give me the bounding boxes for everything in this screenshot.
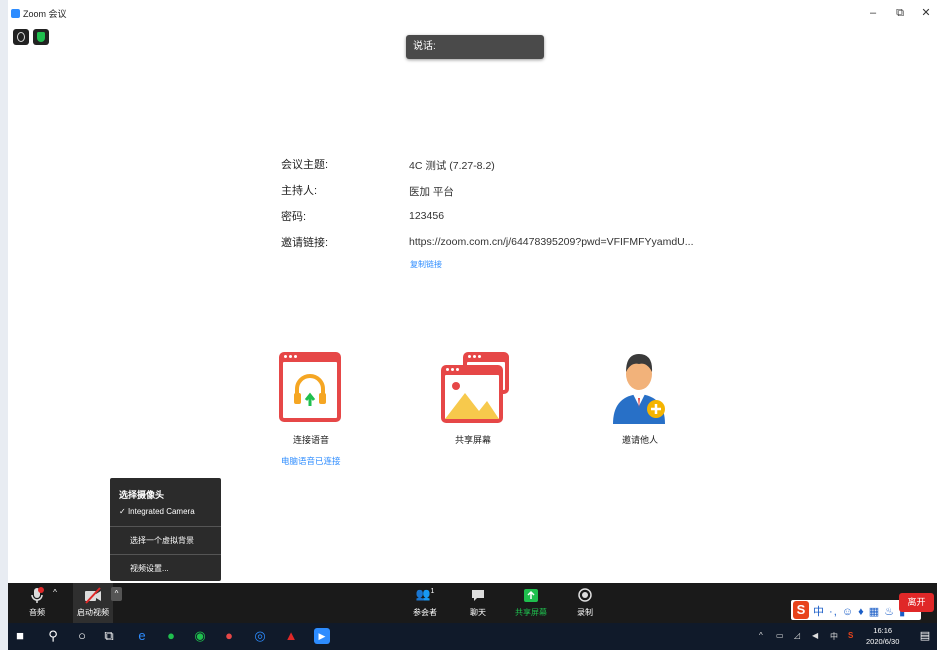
- audio-label: 音频: [29, 608, 45, 617]
- computer-audio-connected-status: 电脑语音已连接: [281, 456, 341, 466]
- join-audio-button[interactable]: [279, 352, 343, 424]
- start-video-label: 启动视频: [77, 608, 109, 617]
- copy-link-button[interactable]: 复制链接: [410, 259, 442, 270]
- select-camera-header: 选择摄像头: [119, 490, 165, 500]
- topic-value: 4C 测试 (7.27-8.2): [409, 160, 495, 172]
- input-language-indicator[interactable]: 中: [830, 631, 838, 642]
- participants-label: 参会者: [413, 608, 437, 617]
- close-button[interactable]: ✕: [916, 4, 936, 22]
- system-clock[interactable]: 16:16 2020/6/30: [866, 625, 899, 647]
- start-video-button[interactable]: 启动视频: [73, 583, 113, 623]
- checkmark-icon: ✓: [119, 507, 126, 516]
- browser-icon[interactable]: ◎: [252, 628, 268, 644]
- password-value: 123456: [409, 210, 445, 222]
- topic-label: 会议主题:: [281, 159, 329, 171]
- sogou-logo-icon: S: [793, 601, 809, 619]
- volume-icon[interactable]: ◀: [812, 631, 818, 640]
- leave-meeting-button[interactable]: 离开: [899, 593, 934, 612]
- host-label: 主持人:: [281, 185, 318, 197]
- powerpoint-icon[interactable]: ●: [221, 628, 237, 644]
- participants-button[interactable]: 👥1 参会者: [410, 583, 440, 623]
- edge-browser-icon[interactable]: e: [134, 628, 150, 644]
- headphones-icon: [294, 374, 326, 406]
- invite-others-label: 邀请他人: [621, 435, 658, 445]
- video-options-chevron-icon[interactable]: ^: [111, 587, 122, 601]
- invite-others-button[interactable]: [611, 348, 667, 424]
- share-screen-button[interactable]: [441, 352, 511, 424]
- video-settings-option[interactable]: 视频设置...: [130, 563, 169, 574]
- title-bar: Zoom 会议 – ⧉ ✕: [8, 0, 937, 26]
- add-person-icon: [613, 354, 665, 424]
- zoom-window: Zoom 会议 – ⧉ ✕ 说话: 会议主题: 4C 测试 (7.27-8.2)…: [8, 0, 937, 650]
- share-screen-toolbar-button[interactable]: 共享屏幕: [511, 583, 551, 623]
- clock-time: 16:16: [873, 626, 893, 635]
- search-icon[interactable]: ⚲: [45, 628, 61, 644]
- camera-option-integrated[interactable]: ✓ Integrated Camera: [119, 507, 195, 516]
- chat-button[interactable]: 聊天: [463, 583, 493, 623]
- share-arrow-icon: [524, 589, 538, 602]
- share-screen-toolbar-label: 共享屏幕: [515, 608, 547, 617]
- minimize-button[interactable]: –: [863, 4, 883, 22]
- camera-option-label: Integrated Camera: [127, 507, 195, 516]
- meeting-info-icon[interactable]: [13, 29, 29, 45]
- active-speaker-indicator: 说话:: [406, 35, 544, 59]
- wechat-icon[interactable]: ◉: [192, 628, 208, 644]
- invite-link-label: 邀请链接:: [281, 237, 329, 249]
- chat-label: 聊天: [470, 608, 486, 617]
- task-view-icon[interactable]: ⧉: [101, 628, 117, 644]
- host-value: 医加 平台: [409, 186, 454, 198]
- tray-expand-icon[interactable]: ^: [759, 631, 763, 640]
- ime-status-text: 中 ·, ☺ ♦ ▦ ♨ ▮: [813, 606, 907, 618]
- join-audio-label: 连接语音: [292, 435, 329, 445]
- restore-button[interactable]: ⧉: [890, 4, 910, 22]
- windows-taskbar: ■ ⚲ ○ ⧉ e ● ◉ ● ◎ ▲ ▶ ^ ▭ ◿ ◀ 中 S 16:16 …: [8, 623, 937, 650]
- virtual-background-option[interactable]: 选择一个虚拟背景: [130, 535, 194, 546]
- cortana-icon[interactable]: ○: [74, 628, 90, 644]
- landscape-image-icon: [445, 382, 499, 419]
- audio-window-icon: [279, 352, 341, 422]
- network-icon[interactable]: ◿: [794, 631, 800, 640]
- zoom-app-icon: [11, 9, 20, 18]
- menu-divider: [110, 526, 221, 527]
- record-label: 录制: [577, 608, 593, 617]
- menu-divider: [110, 554, 221, 555]
- security-shield-icon[interactable]: [33, 29, 49, 45]
- microphone-icon: [31, 587, 44, 603]
- clock-date: 2020/6/30: [866, 637, 900, 646]
- window-title: Zoom 会议: [23, 9, 67, 19]
- audio-button[interactable]: 音频: [22, 583, 52, 623]
- participants-icon: 👥1: [415, 587, 435, 601]
- image-window-icon: [441, 365, 503, 423]
- zoom-taskbar-icon[interactable]: ▶: [314, 628, 330, 644]
- notification-center-icon[interactable]: ▤: [917, 628, 933, 644]
- audio-options-chevron-icon[interactable]: ^: [50, 588, 60, 628]
- invite-link-value[interactable]: https://zoom.com.cn/j/64478395209?pwd=VF…: [409, 236, 694, 248]
- chat-bubble-icon: [472, 590, 484, 601]
- video-off-icon: [85, 587, 101, 604]
- participants-count: 1: [430, 588, 435, 595]
- password-label: 密码:: [281, 211, 307, 223]
- pdf-reader-icon[interactable]: ▲: [283, 628, 299, 644]
- windows-start-icon[interactable]: ■: [12, 628, 28, 644]
- battery-icon[interactable]: ▭: [776, 631, 784, 640]
- 360-browser-icon[interactable]: ●: [163, 628, 179, 644]
- camera-selection-menu: 选择摄像头 ✓ Integrated Camera 选择一个虚拟背景 视频设置.…: [110, 478, 221, 581]
- sogou-tray-icon[interactable]: S: [848, 631, 853, 640]
- share-screen-label: 共享屏幕: [454, 435, 491, 445]
- record-button[interactable]: 录制: [570, 583, 600, 623]
- record-icon: [578, 588, 592, 602]
